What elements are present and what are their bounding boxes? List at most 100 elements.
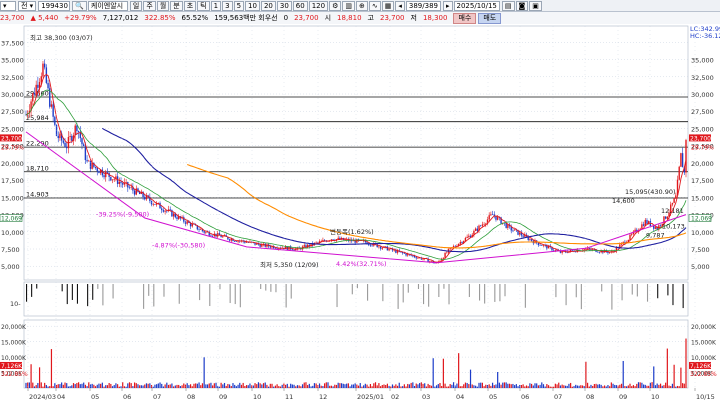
sell-button[interactable]: 매도 [478,12,502,24]
volume-bar [91,383,93,388]
left-axis-tick: 5,000 [1,263,20,271]
minute-20[interactable]: 20 [260,0,276,11]
volume-bar [271,383,273,388]
scroll-right-icon[interactable]: ▸ [443,0,453,11]
indicator-bar [153,284,155,307]
date-field[interactable]: 2025/10/15 [453,0,500,11]
volume-bar [685,338,687,388]
indicator-bar [102,284,104,306]
volume-bar [354,383,356,388]
volume-bar [600,384,602,388]
chart-type-select[interactable]: ▾ [0,0,16,11]
grid-icon[interactable]: ▦ [381,0,395,11]
indicator-bar [484,284,486,304]
right-axis-tick: 30,000 [691,91,714,99]
candle-body [461,242,463,244]
volume-bar [140,385,142,388]
minute-10[interactable]: 10 [245,0,260,11]
volume-bar [554,383,556,388]
data-count[interactable]: 389/389 [405,0,441,11]
candle-body [191,224,193,227]
minute-5[interactable]: 5 [233,0,245,11]
volume-bar [113,385,115,388]
tab-week[interactable]: 주 [143,0,156,11]
volume-bar [342,383,344,388]
candle-body [664,216,667,219]
chart-icon[interactable]: ▣ [529,0,542,11]
volume-bar [464,382,467,388]
line-icon[interactable]: ∿ [368,0,381,11]
volume-bar [30,364,32,388]
volume-bar [346,383,348,388]
settings-icon[interactable]: ⚙ [329,0,342,11]
tab-tick[interactable]: 틱 [197,0,210,11]
candle-body [152,204,154,205]
minute-3[interactable]: 3 [222,0,233,11]
minute-30[interactable]: 30 [276,0,292,11]
stock-code-input[interactable]: 199430 [38,0,71,11]
minute-120[interactable]: 120 [308,0,329,11]
indicator-bar [367,284,369,301]
turnover-pct: 322.85% [144,14,176,22]
candle-body [82,144,85,147]
candle-body [685,140,687,173]
volume-bar [609,386,611,388]
annotation-pct2: -4.87%(-30,580) [152,242,205,250]
volume-left-tick: 10,000K [1,355,27,362]
volume-bar [437,384,439,388]
tab-month[interactable]: 월 [156,0,170,11]
bar-chart-icon[interactable]: ▥ [342,0,355,11]
buy-button[interactable]: 매수 [453,12,477,24]
left-axis-tick: 32,500 [1,74,24,82]
candle-body [77,131,80,133]
candle-body [222,236,224,238]
indicator-bar [199,284,201,301]
candle-body [89,160,92,169]
volume-bar [77,382,80,388]
volume-bar [130,383,132,388]
zoom-icon[interactable]: ⊕ [356,0,368,11]
scroll-left-icon[interactable]: ◂ [395,0,405,11]
volume-bar [412,382,414,388]
volume-bar [27,382,29,388]
volume-bar [403,384,405,388]
daily-tab[interactable]: 일 [129,0,143,11]
left-axis-tick: 27,500 [1,108,24,116]
indicator-bar [417,284,420,290]
volume-bar [432,358,434,388]
volume-bar [84,384,86,388]
volume-bar [310,386,312,388]
right-axis-tick: 15,000 [691,194,714,202]
volume-bar [502,382,504,388]
volume-bar [631,386,633,388]
indicator-bar [239,284,241,308]
volume-bar [357,385,360,388]
search-icon[interactable]: 🔍 [72,0,87,11]
candle-body [496,217,499,220]
left-axis-tick: 25,000 [1,125,24,133]
period-select[interactable]: 전 ▾ [18,0,37,11]
stock-name-field[interactable]: 케이엔알시 [87,0,128,11]
volume-bar [288,386,290,388]
volume-bar [646,385,648,388]
volume-bar [469,369,472,388]
volume-bar [531,383,533,388]
tab-second[interactable]: 초 [183,0,197,11]
minute-1[interactable]: 1 [210,0,222,11]
lock-icon[interactable]: ◙ [515,0,529,11]
volume-bar [118,386,120,388]
tab-minute[interactable]: 분 [170,0,183,11]
calendar-icon[interactable]: ▤ [501,0,515,11]
volume-bar [561,384,563,388]
volume-bar [254,383,256,388]
volume-bar [371,386,373,388]
volume-bar [159,382,161,388]
volume-bar [593,384,595,388]
volume-bar [324,383,326,388]
minute-60[interactable]: 60 [292,0,308,11]
x-axis-label: 06 [123,393,131,401]
chart-area[interactable]: 37,50035,00032,50030,00027,50025,00022,5… [0,24,720,404]
volume-bar [430,385,433,388]
volume-bar [580,385,582,388]
indicator-bar [565,284,567,306]
